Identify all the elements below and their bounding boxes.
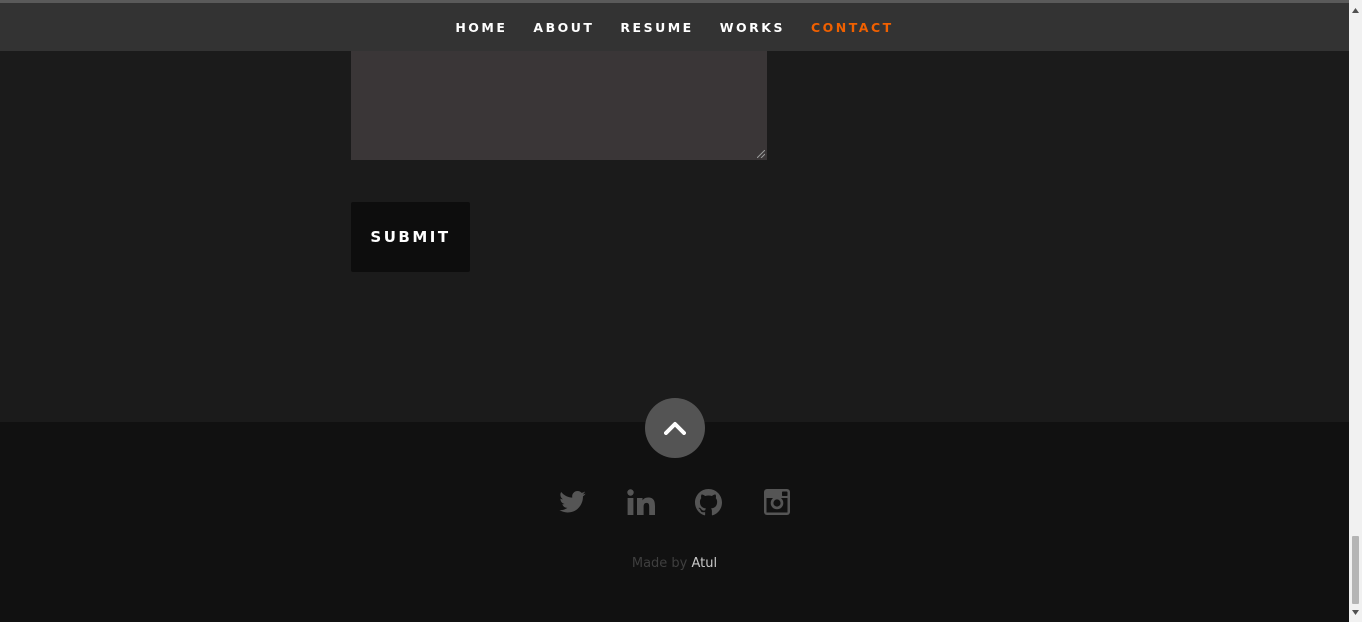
nav-home[interactable]: HOME <box>455 20 507 35</box>
top-navbar: HOME ABOUT RESUME WORKS CONTACT <box>0 0 1349 51</box>
github-icon <box>695 488 722 515</box>
github-link[interactable] <box>695 486 723 518</box>
vertical-scrollbar[interactable] <box>1349 0 1362 622</box>
submit-button[interactable]: SUBMIT <box>351 202 470 272</box>
credits-author-link[interactable]: Atul <box>692 556 718 571</box>
credits-prefix: Made by <box>631 556 688 571</box>
nav-resume[interactable]: RESUME <box>620 20 693 35</box>
instagram-link[interactable] <box>763 486 791 518</box>
contact-section: SUBMIT <box>0 0 1349 422</box>
chevron-up-icon <box>664 422 686 435</box>
instagram-icon <box>763 489 790 515</box>
go-to-top-button[interactable] <box>645 398 705 458</box>
page: SUBMIT HOME ABOUT RESUME WORKS CONTACT M… <box>0 0 1349 622</box>
credits: Made by Atul <box>0 556 1349 571</box>
nav-list: HOME ABOUT RESUME WORKS CONTACT <box>0 3 1349 51</box>
scroll-thumb[interactable] <box>1352 536 1359 604</box>
nav-contact[interactable]: CONTACT <box>811 20 894 35</box>
scroll-up-arrow-icon[interactable] <box>1349 2 1362 19</box>
resize-grip-icon[interactable] <box>757 150 765 158</box>
twitter-icon <box>559 491 586 513</box>
nav-about[interactable]: ABOUT <box>533 20 594 35</box>
viewport: SUBMIT HOME ABOUT RESUME WORKS CONTACT M… <box>0 0 1362 622</box>
twitter-link[interactable] <box>559 486 587 518</box>
social-links <box>0 486 1349 518</box>
linkedin-link[interactable] <box>626 486 655 518</box>
linkedin-icon <box>626 489 655 515</box>
scroll-down-arrow-icon[interactable] <box>1349 604 1362 621</box>
nav-works[interactable]: WORKS <box>720 20 785 35</box>
